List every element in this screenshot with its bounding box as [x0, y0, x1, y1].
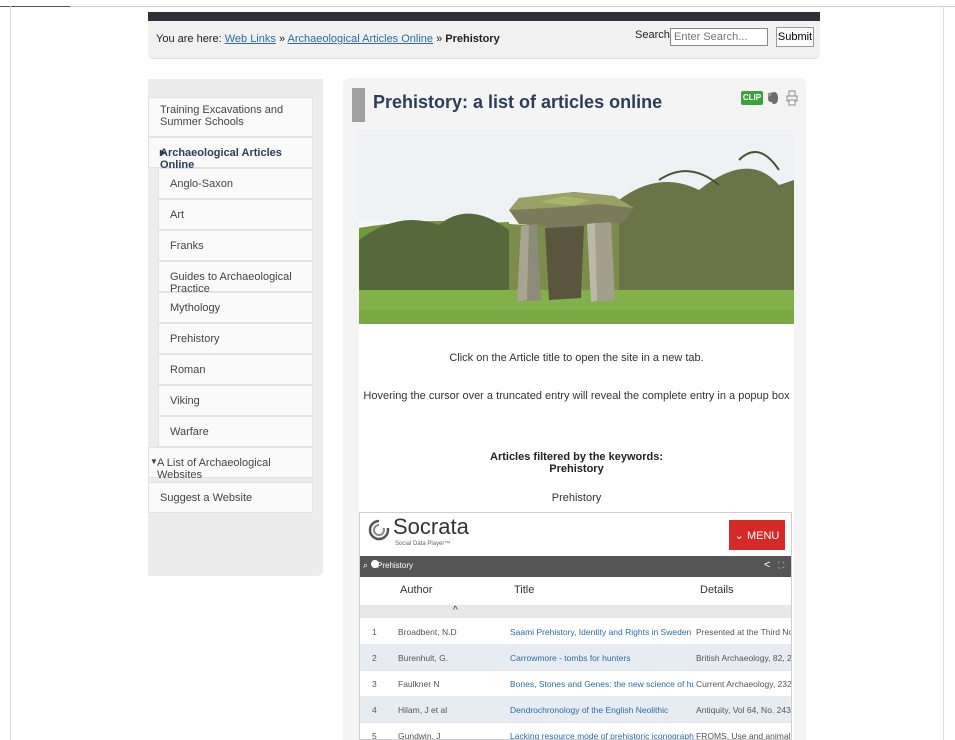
breadcrumb-bar: You are here: Web Links » Archaeological… [148, 21, 820, 59]
row-details: Current Archaeology, 232 Ju [696, 679, 791, 689]
sidebar-item-viking[interactable]: Viking [158, 385, 313, 416]
row-author: Faulkner N [398, 679, 440, 689]
breadcrumb-separator: » [278, 33, 286, 45]
row-number: 2 [372, 653, 377, 663]
dolmen-hero-image [359, 130, 794, 324]
sidebar-item-guides[interactable]: Guides to Archaeological Practice [158, 261, 313, 295]
sidebar-item-archaeological-articles[interactable]: ▶ Archaeological Articles Online [148, 137, 313, 171]
share-icon[interactable]: < [764, 559, 770, 571]
sidebar-item-warfare[interactable]: Warfare [158, 416, 313, 447]
sidebar-item-art[interactable]: Art [158, 199, 313, 230]
search-icon[interactable]: ⌕ [363, 560, 368, 571]
socrata-brand: Socrata [393, 514, 469, 539]
sidebar-item-label: Roman [170, 364, 206, 376]
search-label: Search: [635, 29, 673, 41]
sidebar-item-label: Anglo-Saxon [170, 178, 233, 190]
instruction-text-1: Click on the Article title to open the s… [449, 352, 704, 364]
sidebar-item-label: Prehistory [170, 333, 220, 345]
sidebar-item-roman[interactable]: Roman [158, 354, 313, 385]
chevron-down-icon: ⌄ [734, 529, 747, 542]
sidebar-item-label: A List of Archaeological Websites [157, 457, 271, 481]
table-row: 4 Hilam, J et al Dendrochronology of the… [360, 696, 791, 723]
table-row: 3 Faulkner N Bones, Stones and Genes: th… [360, 670, 791, 697]
row-author: Burenhult, G. [398, 653, 449, 663]
table-header: Author Title Details [360, 577, 791, 605]
sidebar-item-suggest-website[interactable]: Suggest a Website [148, 482, 313, 513]
row-author: Hilam, J et al [398, 705, 448, 715]
menu-button[interactable]: ⌄ MENU [729, 520, 785, 550]
row-details: Antiquity, Vol 64, No. 243, 19 [696, 705, 791, 715]
sort-indicator-row: ^ [360, 605, 791, 618]
sidebar-item-label: Warfare [170, 426, 209, 438]
menu-label: MENU [746, 529, 780, 542]
socrata-widget: Socrata Social Data Player™ ⌄ MENU ⌕ Pre… [359, 512, 792, 740]
row-details: FROMS, Use and animals as [696, 731, 791, 740]
title-accent-bar [352, 88, 365, 122]
breadcrumb-current: Prehistory [445, 33, 500, 45]
row-details: British Archaeology, 82, 2005 [696, 653, 791, 663]
breadcrumb-prefix: You are here: [156, 33, 222, 45]
sidebar-item-mythology[interactable]: Mythology [158, 292, 313, 323]
sidebar-item-label: Art [170, 209, 185, 221]
clip-button[interactable]: CLIP [741, 91, 763, 105]
sidebar-item-training[interactable]: Training Excavations and Summer Schools [148, 97, 313, 137]
column-header-author[interactable]: Author [400, 584, 432, 596]
page-title: Prehistory: a list of articles online [373, 92, 663, 112]
sidebar-item-label: Viking [170, 395, 200, 407]
top-divider [0, 6, 955, 7]
sidebar-item-label: Franks [170, 240, 204, 252]
column-header-title[interactable]: Title [514, 584, 534, 596]
dataset-toolbar: ⌕ Prehistory < ⛶ [360, 556, 791, 577]
row-title-link[interactable]: Dendrochronology of the English Neolithi… [510, 705, 694, 715]
row-number: 3 [372, 679, 377, 689]
table-row: 5 Gundwin, J Lacking resource mode of pr… [360, 722, 791, 740]
column-header-details[interactable]: Details [700, 584, 734, 596]
left-border [10, 6, 11, 740]
evernote-icon[interactable] [766, 90, 780, 106]
row-number: 5 [372, 731, 377, 740]
sidebar-item-prehistory[interactable]: Prehistory [158, 323, 313, 354]
submit-button[interactable]: Submit [776, 27, 814, 47]
row-title-link[interactable]: Carrowmore - tombs for hunters [510, 653, 694, 663]
breadcrumb-separator: » [436, 33, 443, 45]
sort-ascending-icon[interactable]: ^ [453, 605, 458, 616]
filter-line-2: Prehistory [549, 463, 604, 475]
breadcrumb-link-web-links[interactable]: Web Links [225, 33, 276, 45]
row-number: 4 [372, 705, 377, 715]
filter-heading: Articles filtered by the keywords: Prehi… [359, 451, 794, 475]
search-input[interactable] [670, 28, 768, 46]
sidebar: Training Excavations and Summer Schools … [148, 79, 323, 576]
row-title-link[interactable]: Saami Prehistory, Identity and Rights in… [510, 627, 694, 637]
breadcrumb-link-articles[interactable]: Archaeological Articles Online [288, 33, 434, 45]
dataset-title: Prehistory [377, 561, 414, 570]
keyword-label: Prehistory [551, 492, 602, 504]
sidebar-item-label: Suggest a Website [160, 492, 253, 504]
sidebar-item-label: Training Excavations and Summer Schools [160, 104, 284, 128]
instruction-text-2: Hovering the cursor over a truncated ent… [363, 390, 790, 402]
table-row: 2 Burenhult, G. Carrowmore - tombs for h… [360, 644, 791, 671]
sidebar-item-list-of-websites[interactable]: ▼ A List of Archaeological Websites [148, 447, 313, 481]
table-row: 1 Broadbent, N.D Saami Prehistory, Ident… [360, 618, 791, 645]
filter-line-1: Articles filtered by the keywords: [490, 451, 663, 463]
socrata-logo-icon [368, 519, 390, 541]
breadcrumb: You are here: Web Links » Archaeological… [156, 33, 500, 45]
row-title-link[interactable]: Lacking resource mode of prehistoric ico… [510, 731, 694, 739]
row-author: Gundwin, J [398, 731, 441, 740]
header-dark-bar [148, 12, 820, 21]
sidebar-item-anglo-saxon[interactable]: Anglo-Saxon [158, 168, 313, 199]
sidebar-item-franks[interactable]: Franks [158, 230, 313, 261]
page-header: Prehistory: a list of articles online CL… [352, 88, 800, 122]
right-border [943, 6, 944, 740]
row-details: Presented at the Third Northe [696, 627, 791, 637]
print-icon[interactable] [785, 90, 799, 106]
row-number: 1 [372, 627, 377, 637]
fullscreen-icon[interactable]: ⛶ [778, 560, 784, 571]
sidebar-item-label: Mythology [170, 302, 221, 314]
row-title-link[interactable]: Bones, Stones and Genes: the new science… [510, 679, 694, 689]
socrata-subtitle: Social Data Player™ [395, 541, 451, 547]
row-author: Broadbent, N.D [398, 627, 457, 637]
